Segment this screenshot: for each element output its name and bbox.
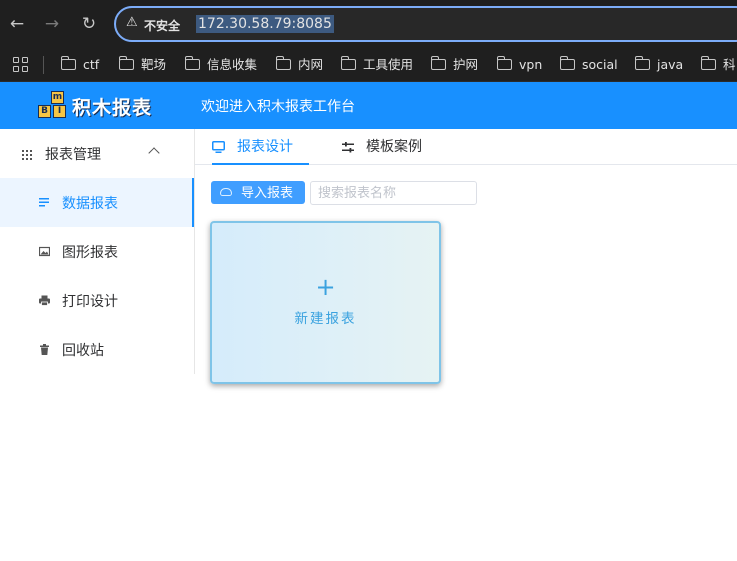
insecure-label[interactable]: 不安全 bbox=[144, 17, 180, 34]
sidebar-item-label: 打印设计 bbox=[62, 294, 118, 310]
sliders-icon bbox=[342, 141, 354, 152]
warning-icon[interactable]: ⚠ bbox=[126, 15, 138, 30]
welcome-text: 欢迎进入积木报表工作台 bbox=[201, 99, 355, 115]
bookmark-folder[interactable]: vpn bbox=[496, 56, 542, 74]
folder-icon bbox=[340, 56, 356, 70]
sidebar-item-print-design[interactable]: 打印设计 bbox=[0, 276, 194, 325]
sidebar: 报表管理 数据报表 图形报表 打印设计 回收站 bbox=[0, 129, 195, 374]
logo-block: m bbox=[51, 91, 64, 104]
bookmark-folder[interactable]: 工具使用 bbox=[340, 56, 413, 74]
folder-icon bbox=[700, 56, 716, 70]
bookmark-folder[interactable]: 信息收集 bbox=[184, 56, 257, 74]
bookmark-folder[interactable]: ctf bbox=[60, 56, 99, 74]
monitor-icon bbox=[212, 141, 225, 153]
trash-icon bbox=[40, 344, 49, 355]
folder-icon bbox=[184, 56, 200, 70]
search-report-input[interactable] bbox=[310, 181, 477, 205]
bookmark-folder[interactable]: java bbox=[634, 56, 683, 74]
forward-icon[interactable]: → bbox=[40, 12, 64, 36]
folder-icon bbox=[430, 56, 446, 70]
apps-grid-icon[interactable] bbox=[13, 57, 29, 73]
logo-name: 积木报表 bbox=[72, 97, 153, 119]
list-icon bbox=[39, 198, 49, 207]
browser-toolbar: ← → ↻ ⚠ 不安全 172.30.58.79:8085 bbox=[0, 0, 737, 48]
bookmark-folder[interactable]: 靶场 bbox=[118, 56, 166, 74]
folder-icon bbox=[634, 56, 650, 70]
sidebar-item-label: 数据报表 bbox=[62, 196, 118, 212]
folder-icon bbox=[496, 56, 512, 70]
tab-report-design[interactable]: 报表设计 bbox=[212, 129, 309, 165]
back-icon[interactable]: ← bbox=[5, 12, 29, 36]
folder-icon bbox=[275, 56, 291, 70]
new-report-card[interactable]: + 新建报表 bbox=[210, 221, 441, 384]
bookmark-folder[interactable]: 科 bbox=[700, 56, 736, 74]
import-report-button[interactable]: 导入报表 bbox=[211, 181, 305, 204]
bookmark-folder[interactable]: 护网 bbox=[430, 56, 478, 74]
reload-icon[interactable]: ↻ bbox=[77, 12, 101, 36]
import-report-label: 导入报表 bbox=[241, 185, 294, 200]
grid-icon bbox=[22, 150, 32, 160]
sidebar-item-data-report[interactable]: 数据报表 bbox=[0, 178, 194, 227]
sidebar-item-chart-report[interactable]: 图形报表 bbox=[0, 227, 194, 276]
folder-icon bbox=[118, 56, 134, 70]
sidebar-item-recycle-bin[interactable]: 回收站 bbox=[0, 325, 194, 374]
cloud-upload-icon bbox=[220, 188, 232, 196]
tab-bar: 报表设计 模板案例 bbox=[195, 129, 737, 165]
app-header: m B I 积木报表 欢迎进入积木报表工作台 bbox=[0, 82, 737, 129]
url-text[interactable]: 172.30.58.79:8085 bbox=[196, 15, 334, 33]
tab-label: 模板案例 bbox=[366, 139, 422, 155]
printer-icon bbox=[39, 295, 50, 306]
logo-block: B bbox=[38, 105, 51, 118]
bookmarks-bar: ctf 靶场 信息收集 内网 工具使用 护网 vpn social java 科 bbox=[0, 48, 737, 82]
sidebar-item-label: 图形报表 bbox=[62, 245, 118, 261]
plus-icon: + bbox=[315, 273, 336, 301]
address-bar[interactable]: ⚠ 不安全 172.30.58.79:8085 bbox=[114, 6, 737, 42]
bookmark-folder[interactable]: social bbox=[559, 56, 618, 74]
sidebar-group-label: 报表管理 bbox=[45, 147, 101, 163]
bookmark-separator bbox=[43, 56, 44, 74]
chevron-up-icon[interactable] bbox=[148, 147, 160, 159]
new-report-label: 新建报表 bbox=[294, 311, 357, 327]
bookmark-folder[interactable]: 内网 bbox=[275, 56, 323, 74]
sidebar-item-label: 回收站 bbox=[62, 343, 104, 359]
logo: m B I 积木报表 bbox=[36, 90, 156, 120]
folder-icon bbox=[60, 56, 76, 70]
tab-template-examples[interactable]: 模板案例 bbox=[342, 129, 422, 165]
tab-label: 报表设计 bbox=[237, 139, 293, 155]
folder-icon bbox=[559, 56, 575, 70]
image-icon bbox=[39, 246, 50, 257]
sidebar-group-report-management[interactable]: 报表管理 bbox=[0, 129, 194, 177]
logo-block: I bbox=[53, 105, 66, 118]
